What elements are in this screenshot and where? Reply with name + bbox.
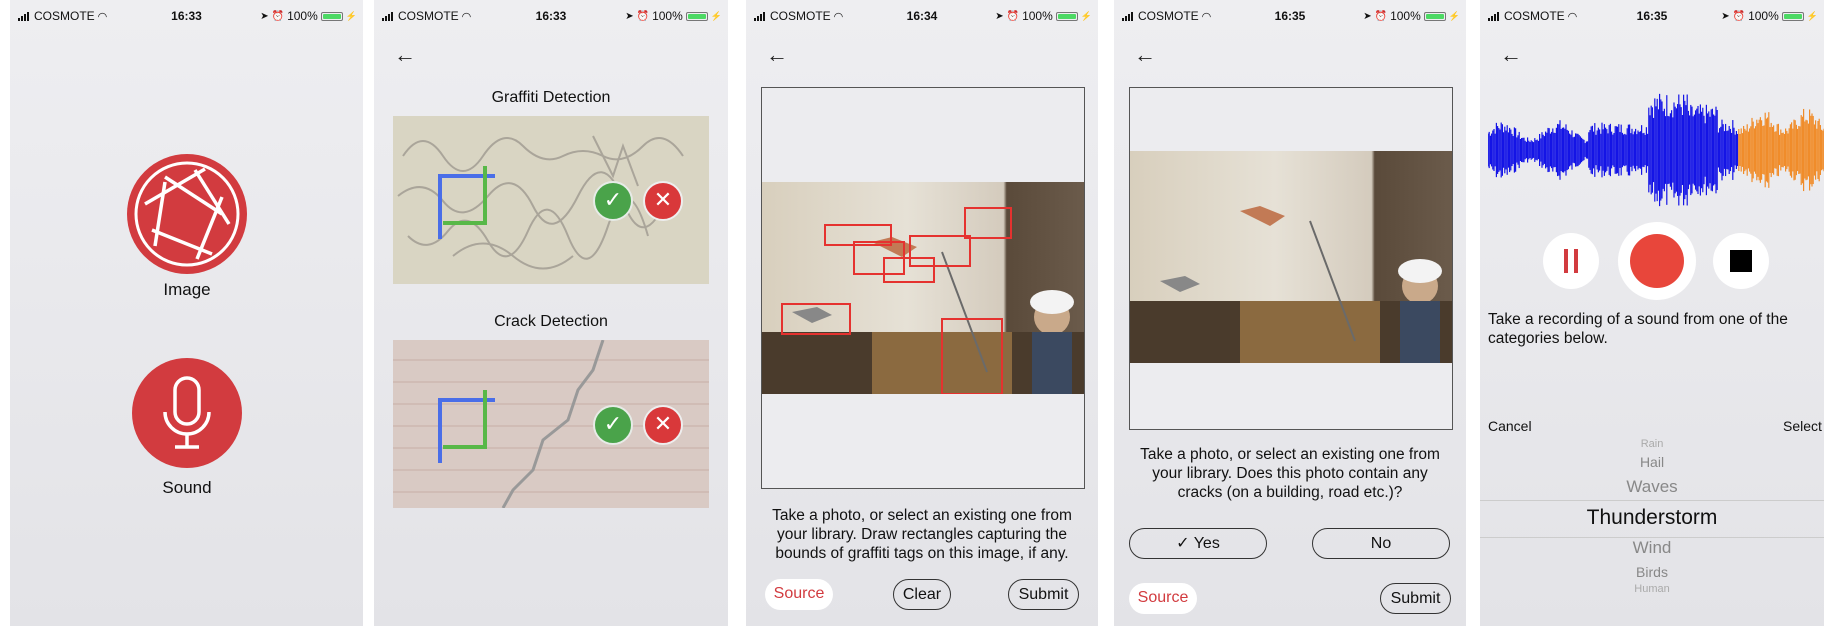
location-icon: ➤ (625, 10, 634, 22)
image-label: Image (163, 280, 211, 299)
battery-icon (1055, 11, 1078, 21)
battery-icon (1423, 11, 1446, 21)
sound-instruction: Take a recording of a sound from one of … (1488, 311, 1788, 347)
picker-option[interactable]: Wind (1480, 538, 1824, 558)
battery-icon (685, 11, 708, 21)
battery-icon (1781, 11, 1804, 21)
picker-option[interactable]: Birds (1480, 564, 1824, 580)
back-arrow-icon[interactable]: ← (394, 44, 418, 68)
back-arrow-icon[interactable]: ← (1500, 44, 1524, 68)
crack-detection-title: Crack Detection (494, 313, 608, 330)
screen-crack-task: COSMOTE ◠ 16:35 ➤ ⏰ 100% ⚡ ← Take a photo, o… (1114, 0, 1466, 626)
annotation-boxes (781, 207, 1012, 394)
stop-button[interactable] (1713, 233, 1769, 289)
photo-frame[interactable] (1129, 87, 1453, 430)
pause-icon (1564, 249, 1578, 273)
graffiti-instruction: Take a photo, or select an existing one … (772, 507, 1072, 562)
source-button[interactable]: Source (1129, 583, 1197, 614)
alarm-icon: ⏰ (1006, 10, 1020, 22)
record-button[interactable] (1618, 222, 1696, 300)
location-icon: ➤ (1363, 10, 1372, 22)
no-button[interactable]: No (1312, 528, 1450, 559)
location-icon: ➤ (1721, 10, 1730, 22)
check-icon: ✓ (593, 405, 633, 445)
battery-percent: 100% (1022, 9, 1053, 23)
location-icon: ➤ (260, 10, 269, 22)
battery-percent: 100% (1748, 9, 1779, 23)
audio-waveform (1488, 93, 1824, 207)
charging-icon: ⚡ (1448, 10, 1460, 21)
close-icon: ✕ (643, 405, 683, 445)
battery-icon (320, 11, 343, 21)
picker-option-selected[interactable]: Thunderstorm (1480, 506, 1824, 530)
yes-button[interactable]: ✓ Yes (1129, 528, 1267, 559)
back-arrow-icon[interactable]: ← (766, 44, 790, 68)
screen-graffiti-task: COSMOTE ◠ 16:34 ➤ ⏰ 100% ⚡ ← Take a phot… (746, 0, 1098, 626)
wall-photo (762, 182, 1084, 394)
status-bar: COSMOTE ◠ 16:33 ➤ ⏰ 100% ⚡ (374, 0, 728, 30)
clear-button[interactable]: Clear (893, 579, 951, 610)
alarm-icon: ⏰ (636, 10, 650, 22)
charging-icon: ⚡ (345, 10, 357, 21)
status-bar: COSMOTE ◠ 16:33 ➤ ⏰ 100% ⚡ (10, 0, 363, 30)
status-bar: COSMOTE ◠ 16:35 ➤ ⏰ 100% ⚡ (1480, 0, 1824, 30)
charging-icon: ⚡ (1806, 10, 1818, 21)
battery-percent: 100% (287, 9, 318, 23)
image-button[interactable]: Image (124, 152, 250, 302)
graffiti-detection-title: Graffiti Detection (491, 89, 611, 106)
battery-percent: 100% (1390, 9, 1421, 23)
charging-icon: ⚡ (1080, 10, 1092, 21)
alarm-icon: ⏰ (1732, 10, 1746, 22)
microphone-icon (132, 358, 242, 468)
crack-detection-card[interactable]: ✓ ✕ (393, 340, 709, 508)
graffiti-detection-card[interactable]: ✓ ✕ (393, 116, 709, 284)
crack-instruction: Take a photo, or select an existing one … (1140, 446, 1440, 501)
status-bar: COSMOTE ◠ 16:35 ➤ ⏰ 100% ⚡ (1114, 0, 1466, 30)
record-icon (1630, 234, 1684, 288)
alarm-icon: ⏰ (1374, 10, 1388, 22)
back-arrow-icon[interactable]: ← (1134, 44, 1158, 68)
photo-frame[interactable] (761, 87, 1085, 489)
picker-option[interactable]: Human (1480, 583, 1824, 595)
screen-detection: COSMOTE ◠ 16:33 ➤ ⏰ 100% ⚡ ← Graffiti Detect… (374, 0, 728, 626)
crop-rectangle-icon (438, 166, 495, 239)
sound-label: Sound (162, 478, 212, 497)
close-icon: ✕ (643, 181, 683, 221)
stop-icon (1730, 250, 1752, 272)
location-icon: ➤ (995, 10, 1004, 22)
picker-option[interactable]: Rain (1480, 438, 1824, 450)
check-icon: ✓ (593, 181, 633, 221)
submit-button[interactable]: Submit (1380, 583, 1451, 614)
screen-home: COSMOTE ◠ 16:33 ➤ ⏰ 100% ⚡ Image Sound (10, 0, 363, 626)
source-button[interactable]: Source (765, 579, 833, 610)
wall-photo (1130, 151, 1452, 363)
picker-option[interactable]: Hail (1480, 454, 1824, 470)
charging-icon: ⚡ (710, 10, 722, 21)
submit-button[interactable]: Submit (1008, 579, 1079, 610)
screen-sound-task: COSMOTE ◠ 16:35 ➤ ⏰ 100% ⚡ ← Take a recordin… (1480, 0, 1824, 626)
category-picker[interactable]: Rain Hail Waves Thunderstorm Wind Birds … (1480, 432, 1824, 602)
camera-shutter-icon (127, 154, 247, 274)
battery-percent: 100% (652, 9, 683, 23)
crop-rectangle-icon (438, 390, 495, 463)
pause-button[interactable] (1543, 233, 1599, 289)
picker-option[interactable]: Waves (1480, 477, 1824, 497)
status-bar: COSMOTE ◠ 16:34 ➤ ⏰ 100% ⚡ (746, 0, 1098, 30)
sound-button[interactable]: Sound (124, 358, 250, 508)
alarm-icon: ⏰ (271, 10, 285, 22)
